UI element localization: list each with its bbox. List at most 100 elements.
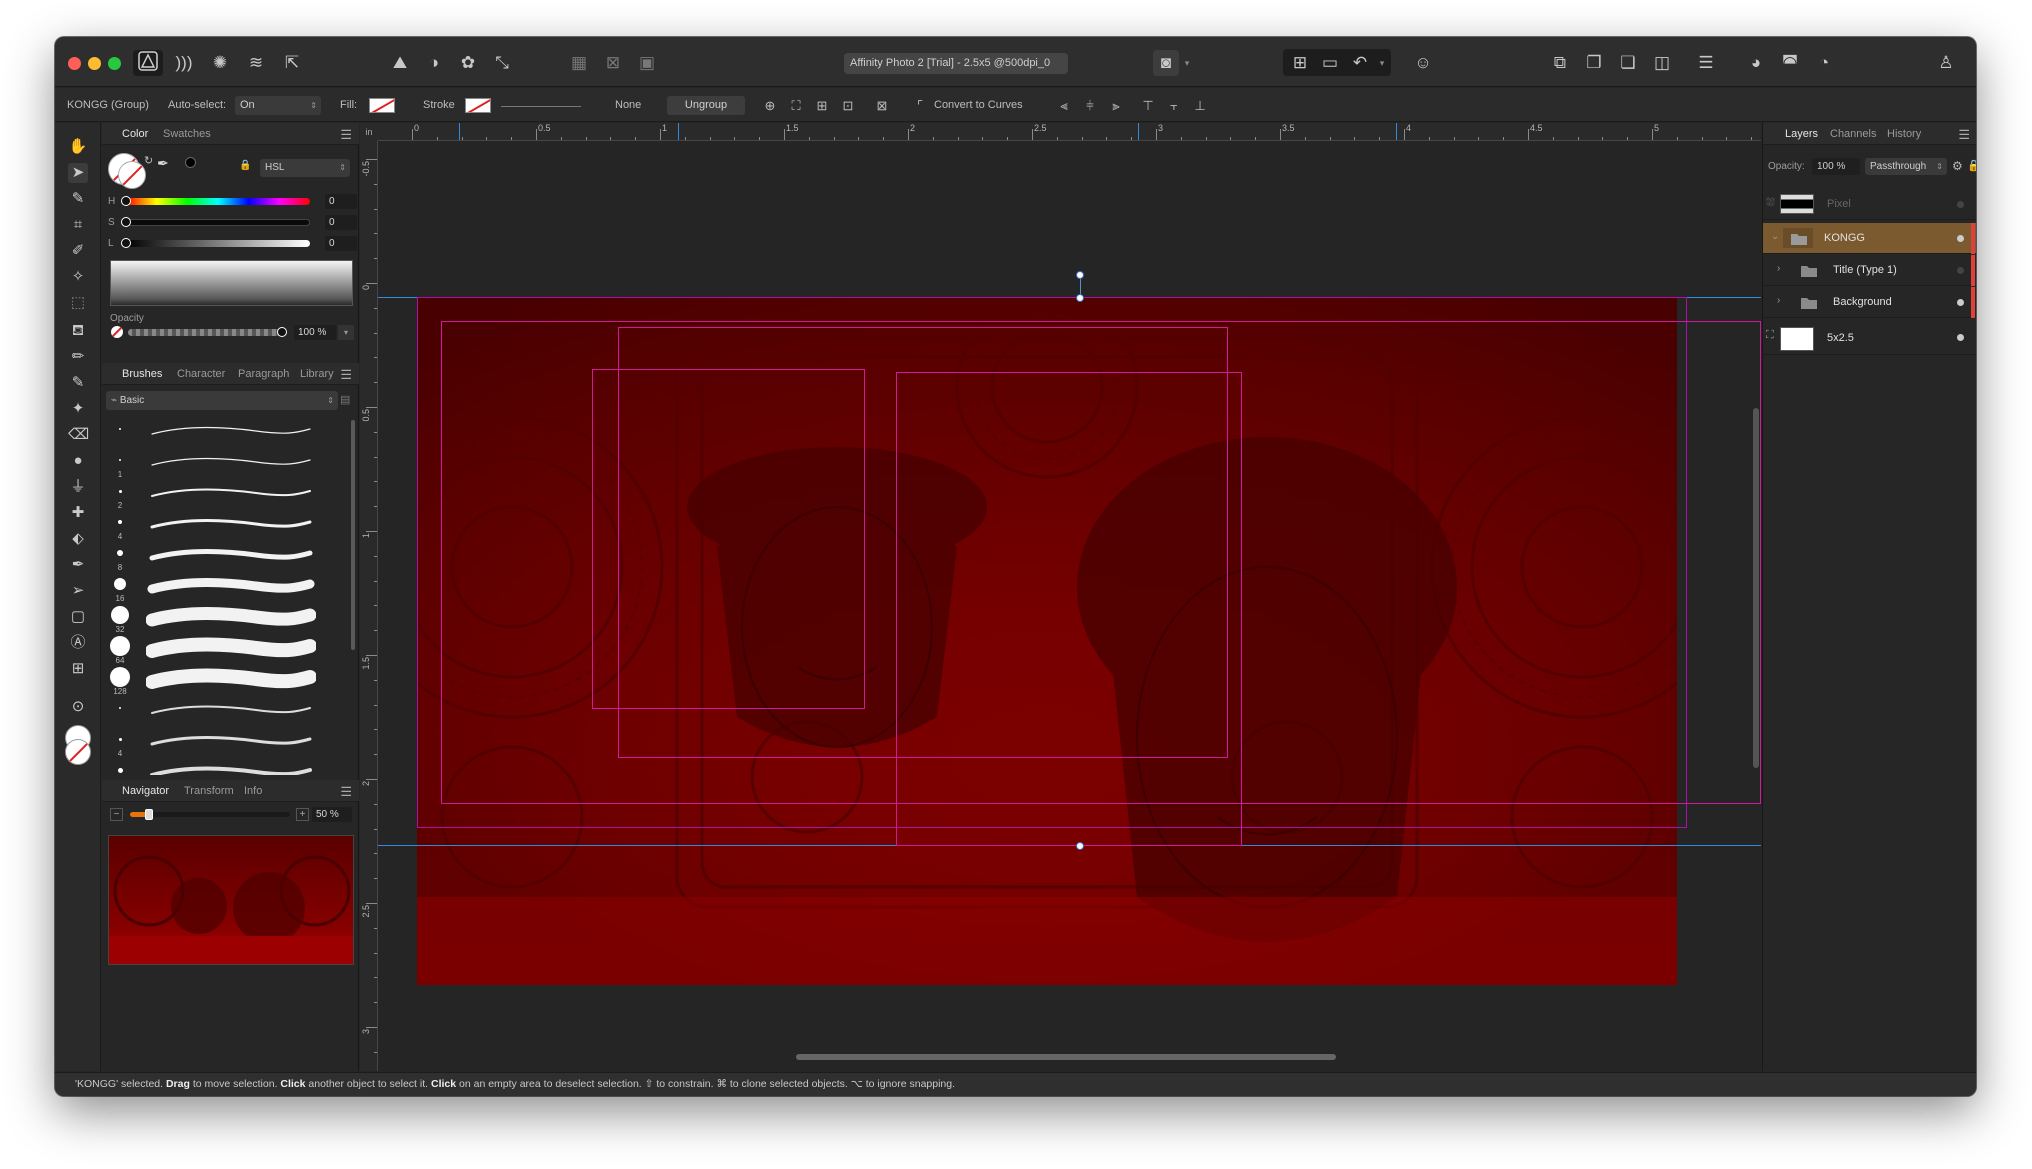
tab-character[interactable]: Character xyxy=(177,368,225,380)
selection-brush-tool-icon[interactable]: ✐ xyxy=(68,241,88,261)
lightness-slider[interactable] xyxy=(126,240,310,247)
boolean-add-icon[interactable]: ◕ xyxy=(1741,50,1771,76)
chevron-down-icon[interactable]: ▾ xyxy=(338,325,354,340)
ruler-guide-marker[interactable] xyxy=(1138,123,1139,140)
color-wells[interactable] xyxy=(108,153,148,193)
auto-white-balance-icon[interactable]: ⤡ xyxy=(487,50,517,76)
blur-tool-icon[interactable]: ● xyxy=(68,451,88,471)
hue-value[interactable]: 0 xyxy=(325,194,357,209)
canvas-area[interactable]: in 0 0.5 1 1.5 2 2.5 3 3.5 4 4.5 5 -0.5 0 0.5 1 1.5 2 2.… xyxy=(360,123,1761,1071)
saturation-slider-knob[interactable] xyxy=(121,217,131,227)
auto-colour-icon[interactable]: ✿ xyxy=(453,50,483,76)
clone-tool-icon[interactable]: ⏚ xyxy=(68,477,88,497)
rectangle-tool-icon[interactable]: ▢ xyxy=(68,607,88,627)
autoselect-dropdown[interactable]: On ⇕ xyxy=(235,96,321,115)
color-picker-tool-icon[interactable]: ✎ xyxy=(68,189,88,209)
tab-transform[interactable]: Transform xyxy=(184,785,234,797)
select-all-icon[interactable]: ▦ xyxy=(564,50,594,76)
brush-preset[interactable] xyxy=(106,417,346,447)
snapping-icon[interactable]: ⊞ xyxy=(1287,50,1313,76)
chevron-down-icon[interactable]: ▾ xyxy=(1375,50,1389,76)
panel-menu-icon[interactable]: ☰ xyxy=(340,784,352,800)
pen-tool-icon[interactable]: ✒ xyxy=(68,555,88,575)
convert-to-curves-icon[interactable]: ⌜ xyxy=(911,97,929,115)
arrange-forward-icon[interactable]: ❏ xyxy=(1613,50,1643,76)
swap-colors-icon[interactable]: ↻ xyxy=(144,154,153,167)
opacity-slider[interactable] xyxy=(128,329,283,336)
vertical-scrollbar[interactable] xyxy=(1753,408,1759,768)
layer-row-kongg[interactable]: ⌄ KONGG xyxy=(1763,223,1976,254)
levels-icon[interactable]: ⛰ xyxy=(385,50,415,76)
zoom-value[interactable]: 50 % xyxy=(312,807,352,822)
force-pixel-align-icon[interactable]: ▭ xyxy=(1317,50,1343,76)
panel-menu-icon[interactable]: ☰ xyxy=(340,127,352,143)
tab-history[interactable]: History xyxy=(1887,128,1921,140)
layer-row-pixel[interactable]: ⛆ Pixel xyxy=(1763,189,1976,220)
brush-preset[interactable]: 128 xyxy=(106,665,346,696)
brush-preset[interactable]: 2 xyxy=(106,479,346,510)
tab-brushes[interactable]: Brushes xyxy=(122,368,162,380)
lightness-slider-knob[interactable] xyxy=(121,238,131,248)
align-middle-icon[interactable]: ⫟ xyxy=(1165,97,1183,115)
blend-mode-dropdown[interactable]: Passthrough ⇕ xyxy=(1865,158,1947,175)
align-top-icon[interactable]: ⊤ xyxy=(1139,97,1157,115)
ruler-guide-marker[interactable] xyxy=(459,123,460,140)
horizontal-scrollbar[interactable] xyxy=(796,1054,1336,1060)
rotate-icon[interactable]: ⊡ xyxy=(839,97,857,115)
brush-preset[interactable]: 64 xyxy=(106,634,346,665)
color-model-dropdown[interactable]: HSL ⇕ xyxy=(260,159,350,177)
color-wells-icon[interactable] xyxy=(63,725,93,767)
ruler-guide-marker[interactable] xyxy=(678,123,679,140)
opacity-slider-knob[interactable] xyxy=(277,327,287,337)
fit-icon[interactable]: ⛶ xyxy=(787,97,805,115)
arrange-backward-icon[interactable]: ❐ xyxy=(1579,50,1609,76)
visibility-dot[interactable] xyxy=(1957,235,1964,242)
chevron-down-icon[interactable]: ▾ xyxy=(1179,50,1195,76)
fill-swatch[interactable] xyxy=(369,98,395,113)
chevron-right-icon[interactable]: › xyxy=(1777,263,1780,274)
tab-channels[interactable]: Channels xyxy=(1830,128,1876,140)
tab-navigator[interactable]: Navigator xyxy=(122,785,169,797)
stroke-width-slider[interactable] xyxy=(501,106,581,107)
boolean-intersect-icon[interactable]: ◔ xyxy=(1809,50,1839,76)
quick-mask-icon[interactable]: ◙ xyxy=(1153,50,1179,76)
chevron-right-icon[interactable]: › xyxy=(1777,295,1780,306)
visibility-dot[interactable] xyxy=(1957,267,1964,274)
align-center-icon[interactable]: ⫩ xyxy=(1081,97,1099,115)
visibility-dot[interactable] xyxy=(1957,201,1964,208)
horizontal-ruler[interactable]: 0 0.5 1 1.5 2 2.5 3 3.5 4 4.5 5 xyxy=(378,123,1761,141)
export-persona-icon[interactable]: ⇱ xyxy=(277,50,307,76)
layer-row-artboard[interactable]: ⛶ 5x2.5 xyxy=(1763,321,1976,355)
ungroup-button[interactable]: Ungroup xyxy=(667,96,745,115)
document-title[interactable]: Affinity Photo 2 [Trial] - 2.5x5 @500dpi… xyxy=(844,53,1068,74)
panel-menu-icon[interactable]: ☰ xyxy=(1958,127,1970,143)
erase-tool-icon[interactable]: ⌫ xyxy=(68,425,89,445)
sharpen-tool-icon[interactable]: ⬖ xyxy=(68,529,88,549)
bottom-resize-handle[interactable] xyxy=(1076,842,1084,850)
tone-map-persona-icon[interactable]: ≋ xyxy=(241,50,271,76)
opacity-value[interactable]: 100 % xyxy=(294,325,336,340)
tab-info[interactable]: Info xyxy=(244,785,262,797)
stroke-swatch[interactable] xyxy=(465,98,491,113)
view-tool-icon[interactable]: ✋ xyxy=(68,137,88,157)
brush-preset[interactable]: 1 xyxy=(106,448,346,479)
brush-options-icon[interactable]: ▤ xyxy=(340,393,353,408)
gear-icon[interactable]: ⚙ xyxy=(1952,159,1963,173)
zoom-in-icon[interactable]: + xyxy=(296,808,309,821)
color-spectrum-box[interactable] xyxy=(110,260,353,306)
layer-row-title[interactable]: › Title (Type 1) xyxy=(1763,255,1976,286)
brush-preset[interactable]: 32 xyxy=(106,603,346,634)
align-bottom-icon[interactable]: ⊥ xyxy=(1191,97,1209,115)
color-replacement-tool-icon[interactable]: ✎ xyxy=(68,373,88,393)
brush-preset[interactable] xyxy=(106,696,346,726)
panel-menu-icon[interactable]: ☰ xyxy=(340,367,352,383)
tab-library[interactable]: Library xyxy=(300,368,334,380)
node-tool-icon[interactable]: ➢ xyxy=(68,581,88,601)
saturation-value[interactable]: 0 xyxy=(325,215,357,230)
chevron-down-icon[interactable]: ⌄ xyxy=(1771,231,1779,242)
account-icon[interactable]: ♙ xyxy=(1931,50,1961,76)
brush-preset[interactable]: 8 xyxy=(106,541,346,572)
tab-color[interactable]: Color xyxy=(122,128,148,140)
eyedropper-icon[interactable]: ✒ xyxy=(157,155,169,172)
tab-paragraph[interactable]: Paragraph xyxy=(238,368,289,380)
